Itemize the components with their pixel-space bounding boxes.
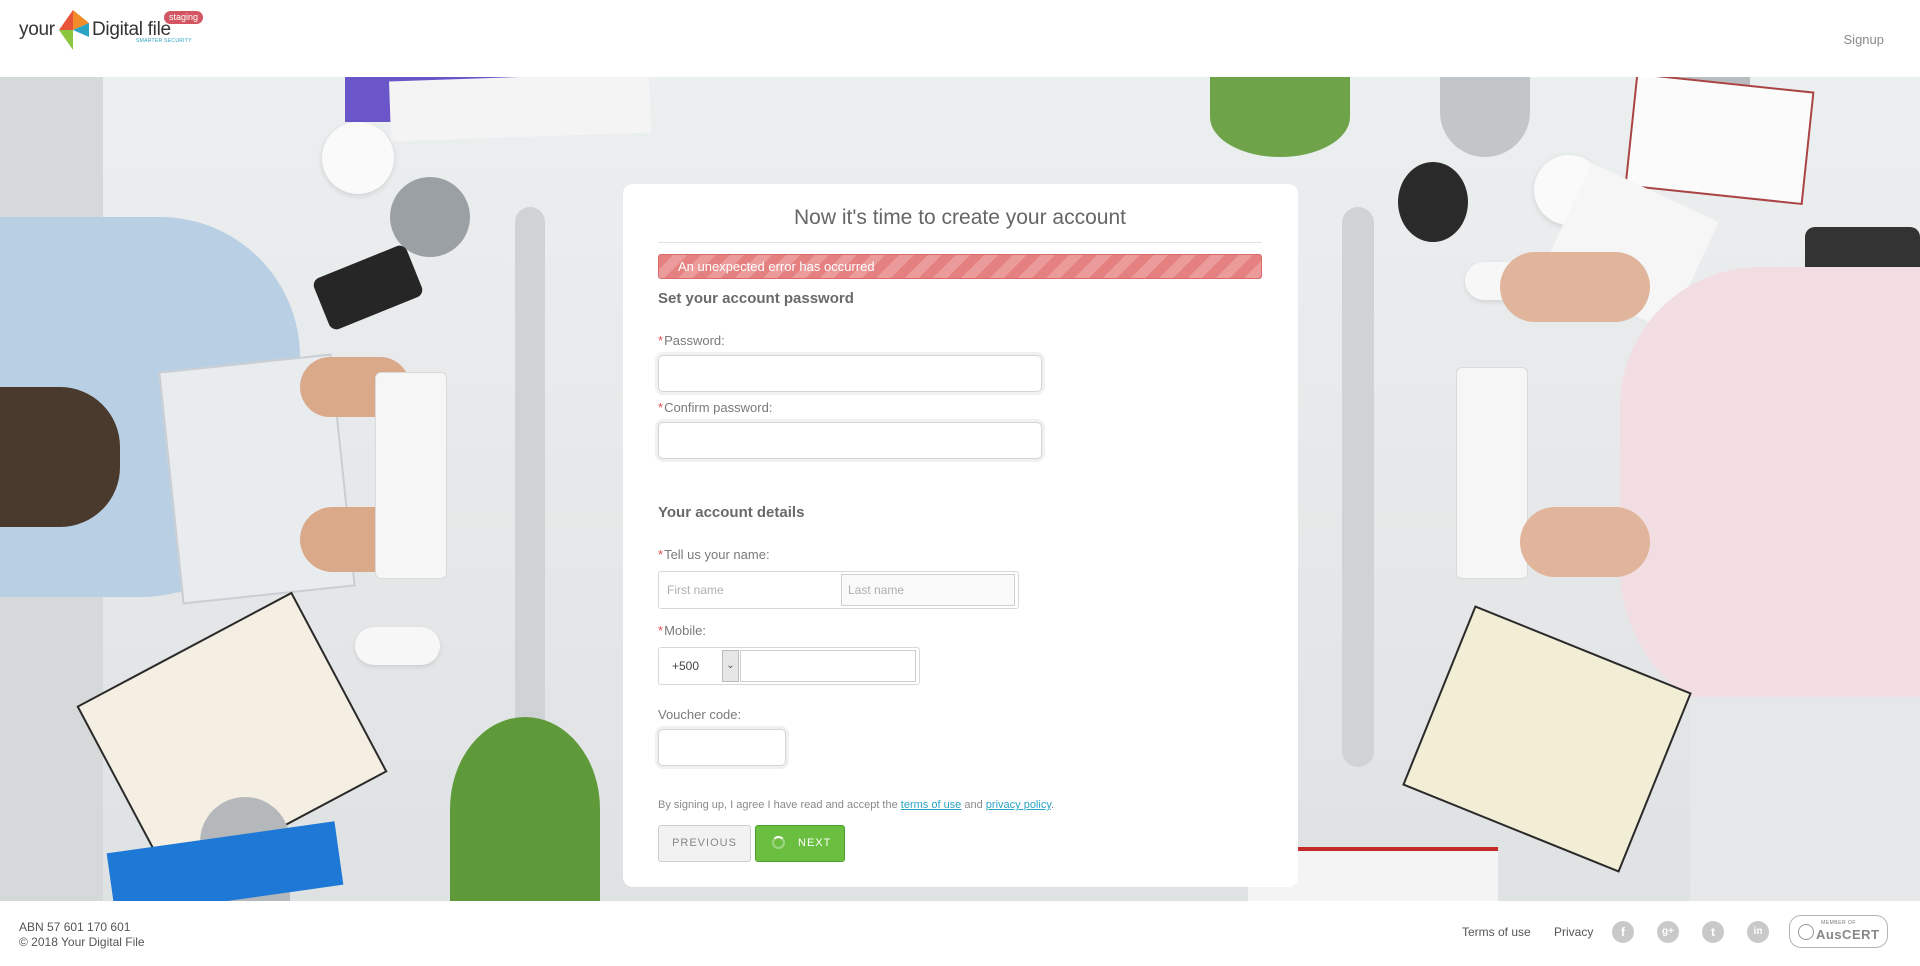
decor-plant-left	[450, 717, 600, 901]
decor-monitor-left	[515, 207, 545, 767]
password-input[interactable]	[658, 355, 1042, 392]
page-footer: ABN 57 601 170 601 © 2018 Your Digital F…	[0, 901, 1920, 966]
twitter-icon[interactable]: t	[1702, 921, 1724, 943]
name-label-text: Tell us your name:	[664, 547, 770, 562]
loading-spinner-icon	[772, 836, 785, 849]
decor-cup	[322, 122, 394, 194]
auscert-name: AusCERT	[1816, 927, 1880, 942]
decor-plant-right	[1210, 77, 1350, 157]
decor-mouse-left	[355, 627, 440, 665]
country-code-value[interactable]: +500	[672, 659, 699, 673]
mobile-label-text: Mobile:	[664, 623, 706, 638]
required-marker: *	[658, 333, 664, 348]
footer-copyright: © 2018 Your Digital File	[19, 935, 145, 949]
voucher-label: Voucher code:	[658, 707, 742, 722]
error-alert: An unexpected error has occurred	[658, 254, 1262, 279]
footer-privacy-link[interactable]: Privacy	[1554, 925, 1593, 939]
decor-globe-lamp	[1440, 77, 1530, 157]
facebook-icon[interactable]: f	[1612, 921, 1634, 943]
decor-keyboard-right	[1456, 367, 1528, 579]
confirm-password-label-text: Confirm password:	[664, 400, 773, 415]
terms-prefix: By signing up, I agree I have read and a…	[658, 799, 898, 811]
footer-abn: ABN 57 601 170 601	[19, 920, 131, 934]
account-details-section-title: Your account details	[658, 504, 805, 521]
decor-man-head	[0, 387, 120, 527]
password-label-text: Password:	[664, 333, 725, 348]
globe-icon	[1798, 924, 1814, 940]
name-label: *Tell us your name:	[658, 547, 770, 562]
country-code-dropdown[interactable]: ⌄	[722, 650, 739, 682]
page-title: Now it's time to create your account	[794, 206, 1126, 229]
next-button[interactable]: NEXT	[755, 825, 845, 862]
logo-triangle-icon	[59, 10, 89, 50]
decor-monitor-right	[1342, 207, 1374, 767]
confirm-password-input[interactable]	[658, 422, 1042, 459]
first-name-input[interactable]	[661, 574, 841, 606]
mobile-number-input[interactable]	[740, 650, 916, 682]
decor-woman-arm	[1620, 267, 1920, 727]
terms-of-use-link[interactable]: terms of use	[901, 799, 962, 811]
mobile-label: *Mobile:	[658, 623, 706, 638]
footer-terms-link[interactable]: Terms of use	[1462, 925, 1531, 939]
decor-pen-holder-right	[1398, 162, 1468, 242]
required-marker: *	[658, 547, 664, 562]
password-section-title: Set your account password	[658, 290, 854, 307]
required-marker: *	[658, 400, 664, 415]
signup-form-card: Now it's time to create your account An …	[623, 184, 1298, 887]
top-header: your Digital file SMARTER SECURITY stagi…	[0, 0, 1920, 77]
decor-notepad-right	[1624, 77, 1815, 206]
title-divider	[658, 242, 1262, 243]
confirm-password-label: *Confirm password:	[658, 400, 772, 415]
auscert-member-badge[interactable]: MEMBER OF AusCERT	[1789, 915, 1888, 948]
decor-hand-right	[1500, 252, 1650, 322]
terms-suffix: .	[1051, 799, 1055, 811]
decor-hand-right-2	[1520, 507, 1650, 577]
logo-text-your: your	[19, 19, 55, 40]
chevron-down-icon: ⌄	[726, 660, 735, 671]
signup-link[interactable]: Signup	[1844, 32, 1884, 47]
hero-background-image: Now it's time to create your account An …	[0, 77, 1920, 901]
decor-keyboard-left	[375, 372, 447, 579]
google-plus-icon[interactable]: g+	[1657, 921, 1679, 943]
decor-right-shadow	[1690, 697, 1920, 901]
linkedin-icon[interactable]: in	[1747, 921, 1769, 943]
logo-tagline: SMARTER SECURITY	[136, 38, 192, 44]
mobile-input-group: +500 ⌄	[658, 647, 920, 685]
previous-button[interactable]: PREVIOUS	[658, 825, 751, 862]
last-name-input[interactable]	[841, 574, 1015, 606]
your-digital-file-logo[interactable]: your Digital file SMARTER SECURITY stagi…	[19, 10, 209, 50]
name-input-group	[658, 571, 1019, 609]
terms-agreement-text: By signing up, I agree I have read and a…	[658, 799, 1054, 811]
decor-phone	[311, 243, 425, 332]
password-label: *Password:	[658, 333, 725, 348]
environment-badge: staging	[164, 11, 204, 24]
terms-and: and	[964, 799, 983, 811]
privacy-policy-link[interactable]: privacy policy	[986, 799, 1051, 811]
voucher-code-input[interactable]	[658, 729, 786, 766]
required-marker: *	[658, 623, 664, 638]
decor-papers	[389, 77, 651, 142]
next-button-label: NEXT	[798, 837, 832, 849]
